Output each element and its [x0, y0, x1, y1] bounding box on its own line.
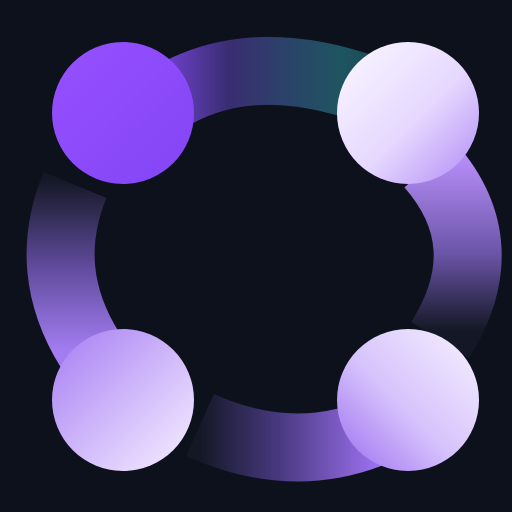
- ring-arc-right: [403, 142, 502, 359]
- four-node-ring-logo: [0, 0, 512, 512]
- node-bottom-left: [52, 329, 194, 471]
- node-top-left: [52, 42, 194, 184]
- ring-arc-left: [26, 172, 120, 369]
- node-bottom-right: [337, 329, 479, 471]
- node-top-right: [337, 42, 479, 184]
